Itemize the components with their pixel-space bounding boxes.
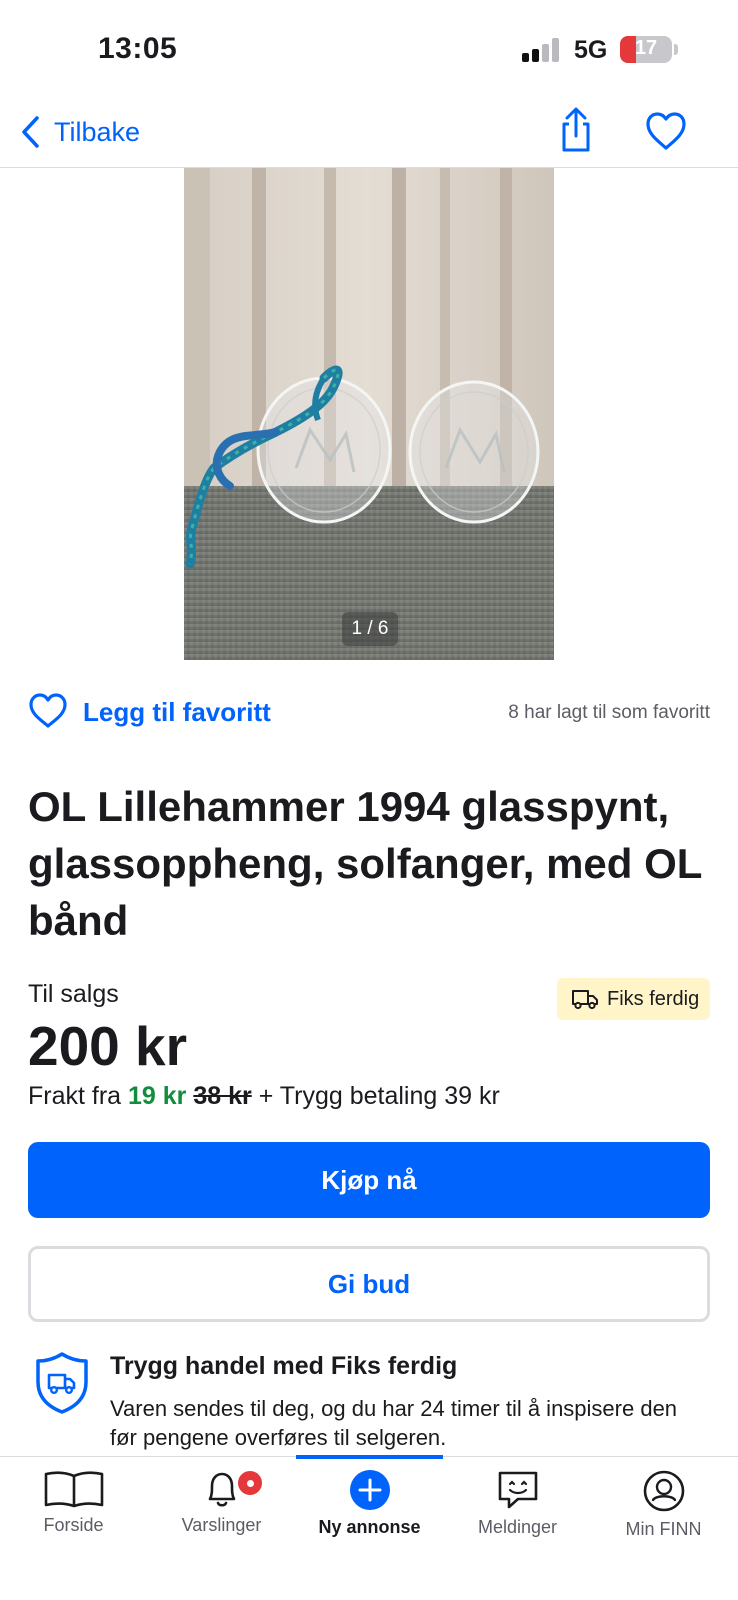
heart-icon bbox=[646, 112, 686, 150]
delivery-truck-icon bbox=[572, 990, 598, 1010]
tab-label: Min FINN bbox=[625, 1519, 702, 1539]
chevron-left-icon bbox=[22, 116, 39, 148]
share-icon bbox=[562, 107, 590, 152]
tab-label: Ny annonse bbox=[318, 1517, 421, 1537]
fiks-ferdig-badge: Fiks ferdig bbox=[557, 978, 710, 1020]
plus-circle-icon bbox=[349, 1470, 390, 1510]
book-icon bbox=[44, 1471, 103, 1508]
bell-icon bbox=[208, 1472, 235, 1507]
shipping-old-price: 38 kr bbox=[193, 1082, 252, 1110]
active-tab-indicator bbox=[296, 1455, 443, 1459]
battery-tip bbox=[674, 44, 678, 55]
tab-label: Varslinger bbox=[181, 1515, 262, 1535]
sale-type-label: Til salgs bbox=[28, 980, 119, 1008]
safe-trade-description: Varen sendes til deg, og du har 24 timer… bbox=[110, 1396, 678, 1450]
tab-varslinger[interactable]: Varslinger bbox=[148, 1469, 295, 1559]
battery-level: 17 bbox=[634, 37, 658, 59]
image-counter: 1 / 6 bbox=[342, 612, 398, 646]
battery-icon: 17 bbox=[620, 36, 672, 63]
tab-ny-annonse[interactable]: Ny annonse bbox=[296, 1469, 443, 1559]
back-button[interactable]: Tilbake bbox=[20, 112, 140, 152]
fiks-ferdig-label: Fiks ferdig bbox=[607, 987, 700, 1010]
tab-label: Meldinger bbox=[477, 1517, 558, 1537]
listing-title: OL Lillehammer 1994 glasspynt, glassopph… bbox=[28, 783, 702, 944]
listing-image bbox=[184, 168, 554, 660]
status-time: 13:05 bbox=[98, 32, 178, 65]
safe-trade-title: Trygg handel med Fiks ferdig bbox=[110, 1352, 458, 1380]
listing-photo[interactable] bbox=[184, 168, 554, 660]
navigation-bar: Tilbake bbox=[0, 100, 738, 168]
shipping-info: Frakt fra 19 kr 38 kr + Trygg betaling 3… bbox=[28, 1082, 500, 1111]
shield-truck-icon bbox=[32, 1350, 92, 1416]
price: 200 kr bbox=[28, 1015, 188, 1077]
buy-now-button[interactable]: Kjøp nå bbox=[28, 1142, 710, 1218]
add-favorite-label[interactable]: Legg til favoritt bbox=[83, 697, 271, 728]
tab-forside[interactable]: Forside bbox=[0, 1469, 147, 1559]
tab-label: Forside bbox=[43, 1515, 104, 1535]
tab-meldinger[interactable]: Meldinger bbox=[444, 1469, 591, 1559]
tab-min-finn[interactable]: Min FINN bbox=[590, 1469, 737, 1559]
favorite-heart-button[interactable] bbox=[644, 110, 688, 152]
shipping-price: 19 kr bbox=[128, 1082, 187, 1110]
profile-icon bbox=[643, 1470, 684, 1512]
signal-icon bbox=[522, 38, 562, 62]
network-label: 5G bbox=[574, 36, 608, 64]
chat-icon bbox=[498, 1471, 537, 1509]
status-bar: 13:05 5G 17 bbox=[0, 0, 738, 100]
shipping-suffix: + Trygg betaling 39 kr bbox=[251, 1082, 500, 1110]
tab-bar: Forside Varslinger Ny annonse Meldinger … bbox=[0, 1455, 738, 1600]
favorite-row: Legg til favoritt 8 har lagt til som fav… bbox=[28, 690, 710, 734]
heart-icon bbox=[29, 693, 67, 728]
add-favorite-button[interactable] bbox=[28, 692, 68, 730]
share-button[interactable] bbox=[556, 106, 596, 154]
notification-badge bbox=[236, 1469, 264, 1497]
favorite-count: 8 har lagt til som favoritt bbox=[508, 702, 710, 723]
shipping-prefix: Frakt fra bbox=[28, 1082, 129, 1110]
make-offer-button[interactable]: Gi bud bbox=[28, 1246, 710, 1322]
back-label: Tilbake bbox=[54, 116, 141, 147]
